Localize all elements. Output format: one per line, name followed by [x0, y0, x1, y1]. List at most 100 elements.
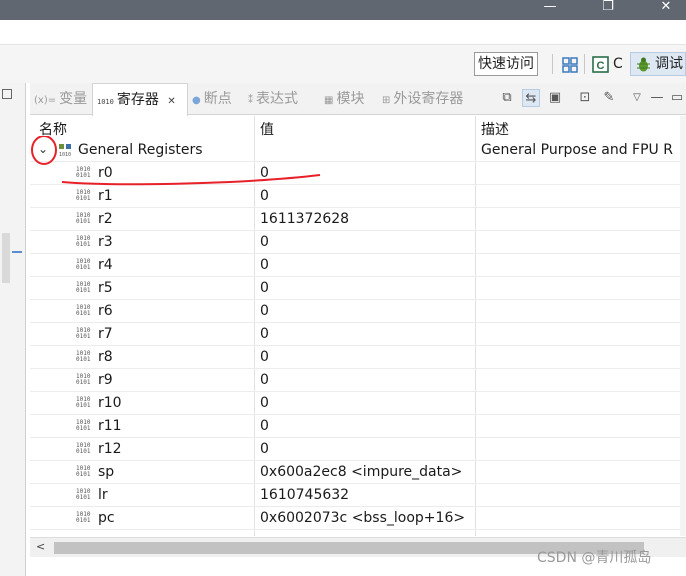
debug-bug-icon: [637, 57, 650, 72]
register-icon: 1010 0101: [76, 396, 91, 409]
tab-modules-label: 模块: [336, 91, 365, 107]
register-value[interactable]: 0: [260, 280, 269, 296]
toolbar-separator: [552, 54, 553, 74]
register-name: r10: [98, 395, 122, 411]
register-name: r4: [98, 257, 113, 273]
watermark-text: CSDN @青川孤岛: [537, 550, 652, 566]
restore-button[interactable]: ❐: [588, 0, 628, 20]
register-value[interactable]: 1610745632: [260, 487, 349, 503]
register-value[interactable]: 0: [260, 441, 269, 457]
menu-strip: [0, 20, 686, 45]
register-name: r9: [98, 372, 113, 388]
left-collapsed-panel: [0, 83, 26, 576]
register-row[interactable]: 1010 0101 pc 0x6002073c <bss_loop+16>: [30, 507, 686, 530]
main-toolbar: 快速访问 C C 调试: [0, 45, 686, 83]
c-perspective-icon: C: [592, 56, 609, 73]
minimize-view-icon[interactable]: —: [648, 89, 666, 107]
red-annotation-marks: [31, 136, 321, 186]
register-value[interactable]: 0: [260, 395, 269, 411]
peripheral-registers-icon: ⊞: [382, 95, 391, 106]
layout-toggle-icon[interactable]: ⇆: [522, 89, 540, 107]
register-value[interactable]: 0: [260, 303, 269, 319]
maximize-view-icon[interactable]: ▭: [668, 89, 686, 107]
register-icon: 1010 0101: [76, 419, 91, 432]
register-row[interactable]: 1010 0101 r11 0: [30, 415, 686, 438]
register-icon: 1010 0101: [76, 373, 91, 386]
register-row[interactable]: 1010 0101 r6 0: [30, 300, 686, 323]
expressions-icon: ⁑: [248, 95, 253, 106]
register-row[interactable]: 1010 0101 lr 1610745632: [30, 484, 686, 507]
register-icon: 1010 0101: [76, 488, 91, 501]
perspective-debug-button[interactable]: 调试: [630, 52, 686, 76]
collapse-all-icon[interactable]: ⧉: [498, 89, 516, 107]
register-row[interactable]: 1010 0101 r4 0: [30, 254, 686, 277]
tab-expressions[interactable]: ⁑ 表达式: [248, 83, 314, 115]
tab-registers-label: 寄存器: [116, 92, 159, 108]
register-row[interactable]: 1010 0101 r10 0: [30, 392, 686, 415]
quick-access-field[interactable]: 快速访问: [474, 52, 538, 76]
register-row[interactable]: 1010 0101 r9 0: [30, 369, 686, 392]
register-value[interactable]: 0: [260, 349, 269, 365]
register-group-description: General Purpose and FPU R: [481, 142, 673, 158]
register-value[interactable]: 0: [260, 372, 269, 388]
register-value[interactable]: 0: [260, 234, 269, 250]
register-row[interactable]: 1010 0101 r3 0: [30, 231, 686, 254]
register-name: r5: [98, 280, 113, 296]
modules-icon: ▦: [324, 95, 334, 106]
register-row[interactable]: 1010 0101 sp 0x600a2ec8 <impure_data>: [30, 461, 686, 484]
register-row[interactable]: 1010 0101 r2 1611372628: [30, 208, 686, 231]
register-value[interactable]: 0: [260, 418, 269, 434]
register-icon: 1010 0101: [76, 235, 91, 248]
register-row[interactable]: 1010 0101 r12 0: [30, 438, 686, 461]
register-value[interactable]: 0x600a2ec8 <impure_data>: [260, 464, 462, 480]
breakpoints-icon: ●: [192, 95, 201, 106]
close-window-button[interactable]: ✕: [646, 0, 686, 20]
view-menu-icon[interactable]: ▽: [628, 89, 646, 107]
minimize-button[interactable]: —: [530, 0, 570, 20]
register-icon: 1010 0101: [76, 327, 91, 340]
register-name: r8: [98, 349, 113, 365]
register-name: r7: [98, 326, 113, 342]
tab-expressions-label: 表达式: [256, 91, 298, 107]
restore-panel-icon[interactable]: [2, 89, 12, 99]
register-row[interactable]: 1010 0101 r5 0: [30, 277, 686, 300]
tab-peripheral-registers-label: 外设寄存器: [393, 91, 464, 107]
register-icon: 1010 0101: [76, 258, 91, 271]
tab-peripheral-registers[interactable]: ⊞ 外设寄存器: [382, 83, 482, 115]
tab-breakpoints[interactable]: ● 断点: [192, 83, 244, 115]
register-name: lr: [98, 487, 108, 503]
register-row[interactable]: 1010 0101 r8 0: [30, 346, 686, 369]
register-value[interactable]: 0: [260, 326, 269, 342]
close-tab-icon[interactable]: ✕: [167, 96, 175, 107]
tab-modules[interactable]: ▦ 模块: [324, 83, 372, 115]
edit-group-icon[interactable]: ✎: [600, 89, 618, 107]
register-value[interactable]: 1611372628: [260, 211, 349, 227]
svg-text:C: C: [597, 60, 605, 72]
register-name: r11: [98, 418, 122, 434]
tab-variables-label: 变量: [59, 91, 88, 107]
register-name: r6: [98, 303, 113, 319]
tab-registers[interactable]: 1010 寄存器 ✕: [92, 83, 188, 116]
tab-breakpoints-label: 断点: [203, 91, 232, 107]
registers-icon: 1010: [97, 98, 114, 106]
new-group-icon[interactable]: ⊡: [576, 89, 594, 107]
register-value[interactable]: 0x6002073c <bss_loop+16>: [260, 510, 465, 526]
vertical-scroll-track[interactable]: [680, 116, 686, 536]
variables-icon: (x)=: [34, 95, 57, 106]
registers-table: 名称 值 描述 ⌄ 1010 General Registers General…: [30, 116, 686, 536]
tab-variables[interactable]: (x)= 变量: [34, 83, 92, 115]
register-value[interactable]: 0: [260, 257, 269, 273]
register-icon: 1010 0101: [76, 511, 91, 524]
scroll-left-icon[interactable]: <: [36, 540, 45, 553]
register-icon: 1010 0101: [76, 212, 91, 225]
view-tab-row: (x)= 变量 1010 寄存器 ✕ ● 断点 ⁑ 表达式 ▦ 模块 ⊞ 外设寄存器 ⧉ ⇆…: [30, 83, 686, 116]
panel-scrollbar[interactable]: [2, 233, 10, 283]
register-icon: 1010 0101: [76, 350, 91, 363]
register-name: r12: [98, 441, 122, 457]
column-header-description[interactable]: 描述: [481, 119, 509, 139]
open-perspective-icon[interactable]: [561, 56, 579, 74]
window-titlebar: — ❐ ✕: [0, 0, 686, 20]
register-row[interactable]: 1010 0101 r7 0: [30, 323, 686, 346]
split-view-icon[interactable]: ▣: [546, 89, 564, 107]
register-icon: 1010 0101: [76, 465, 91, 478]
